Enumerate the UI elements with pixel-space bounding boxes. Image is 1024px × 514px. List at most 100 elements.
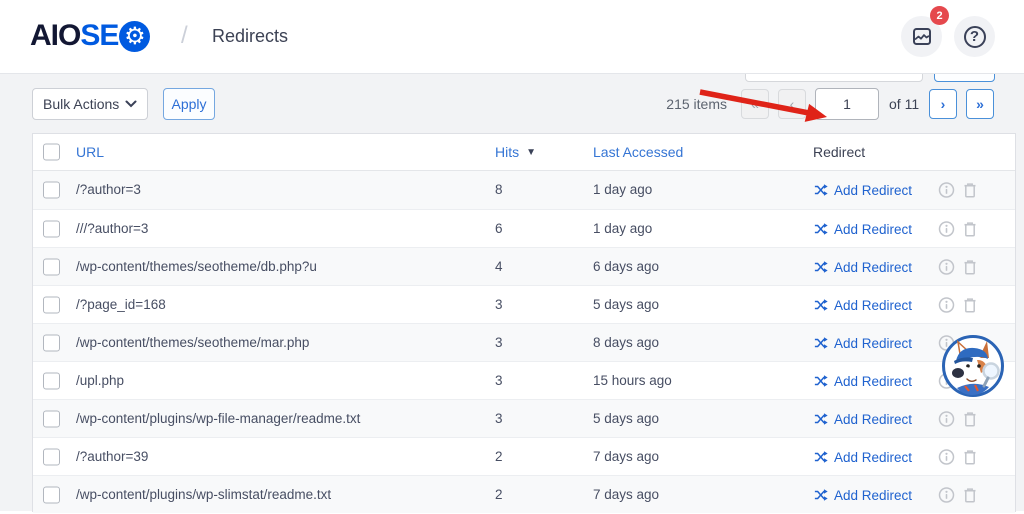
pagination-page-input[interactable]: [815, 88, 879, 120]
add-redirect-link[interactable]: Add Redirect: [814, 362, 912, 400]
add-redirect-label: Add Redirect: [834, 488, 912, 503]
trash-icon[interactable]: [962, 258, 978, 275]
logo-gear-icon: ⚙: [119, 21, 150, 52]
add-redirect-link[interactable]: Add Redirect: [814, 476, 912, 514]
row-url: /wp-content/plugins/wp-slimstat/readme.t…: [76, 476, 331, 514]
info-icon[interactable]: [938, 448, 955, 465]
row-checkbox[interactable]: [43, 334, 60, 351]
add-redirect-label: Add Redirect: [834, 183, 912, 198]
add-redirect-label: Add Redirect: [834, 298, 912, 313]
info-icon[interactable]: [938, 182, 955, 199]
row-hits: 4: [495, 248, 503, 286]
redirects-table: URL Hits ▼ Last Accessed Redirect /?auth…: [32, 133, 1016, 512]
add-redirect-link[interactable]: Add Redirect: [814, 286, 912, 324]
shuffle-icon: [814, 336, 828, 350]
row-last-accessed: 7 days ago: [593, 438, 659, 476]
add-redirect-link[interactable]: Add Redirect: [814, 210, 912, 248]
column-header-hits[interactable]: Hits: [495, 134, 519, 171]
info-icon[interactable]: [938, 220, 955, 237]
logo-text-se: SE: [80, 19, 118, 53]
add-redirect-link[interactable]: Add Redirect: [814, 248, 912, 286]
row-last-accessed: 8 days ago: [593, 324, 659, 362]
shuffle-icon: [814, 412, 828, 426]
add-redirect-label: Add Redirect: [834, 336, 912, 351]
info-icon[interactable]: [938, 296, 955, 313]
info-icon[interactable]: [938, 410, 955, 427]
pagination-next-button[interactable]: ›: [929, 89, 957, 119]
table-row: /wp-content/plugins/wp-file-manager/read…: [33, 399, 1015, 437]
shuffle-icon: [814, 374, 828, 388]
info-icon[interactable]: [938, 486, 955, 503]
row-checkbox[interactable]: [43, 448, 60, 465]
row-hits: 3: [495, 362, 503, 400]
pagination-last-button[interactable]: »: [966, 89, 994, 119]
column-header-url[interactable]: URL: [76, 134, 104, 171]
table-body: /?author=3 8 1 day ago Add Redirect: [33, 171, 1015, 513]
add-redirect-link[interactable]: Add Redirect: [814, 438, 912, 476]
shuffle-icon: [814, 488, 828, 502]
table-header-row: URL Hits ▼ Last Accessed Redirect: [33, 134, 1015, 171]
info-icon[interactable]: [938, 258, 955, 275]
add-redirect-link[interactable]: Add Redirect: [814, 171, 912, 209]
row-last-accessed: 7 days ago: [593, 476, 659, 514]
row-hits: 3: [495, 324, 503, 362]
aioseo-mascot[interactable]: [941, 334, 1005, 398]
select-all-checkbox[interactable]: [43, 144, 60, 161]
help-button[interactable]: ?: [954, 16, 995, 57]
trash-icon[interactable]: [962, 182, 978, 199]
breadcrumb-separator: /: [181, 22, 188, 50]
apply-button[interactable]: Apply: [163, 88, 215, 120]
row-last-accessed: 5 days ago: [593, 286, 659, 324]
row-url: ///?author=3: [76, 210, 148, 248]
row-url: /wp-content/themes/seotheme/mar.php: [76, 324, 309, 362]
trash-icon[interactable]: [962, 448, 978, 465]
trash-icon[interactable]: [962, 296, 978, 313]
pagination-prev-button[interactable]: ‹: [778, 89, 806, 119]
row-url: /?author=3: [76, 171, 141, 209]
shuffle-icon: [814, 260, 828, 274]
column-header-last-accessed[interactable]: Last Accessed: [593, 134, 683, 171]
add-redirect-link[interactable]: Add Redirect: [814, 400, 912, 438]
row-last-accessed: 15 hours ago: [593, 362, 672, 400]
add-redirect-label: Add Redirect: [834, 374, 912, 389]
shuffle-icon: [814, 298, 828, 312]
row-last-accessed: 1 day ago: [593, 210, 652, 248]
trash-icon[interactable]: [962, 220, 978, 237]
shuffle-icon: [814, 450, 828, 464]
row-checkbox[interactable]: [43, 182, 60, 199]
shuffle-icon: [814, 183, 828, 197]
row-hits: 2: [495, 476, 503, 514]
chevron-down-icon: [125, 100, 137, 108]
row-checkbox[interactable]: [43, 372, 60, 389]
content-area: Bulk Actions Apply 215 items « ‹ of 11 ›…: [0, 74, 1024, 511]
app-header: AIOSE⚙ / Redirects 2 ?: [0, 0, 1024, 74]
pagination-first-button[interactable]: «: [741, 89, 769, 119]
add-redirect-link[interactable]: Add Redirect: [814, 324, 912, 362]
trash-icon[interactable]: [962, 410, 978, 427]
row-last-accessed: 6 days ago: [593, 248, 659, 286]
row-hits: 2: [495, 438, 503, 476]
notification-inbox-icon: [911, 27, 933, 47]
add-redirect-label: Add Redirect: [834, 260, 912, 275]
table-row: /wp-content/themes/seotheme/db.php?u 4 6…: [33, 247, 1015, 285]
add-redirect-label: Add Redirect: [834, 412, 912, 427]
row-hits: 8: [495, 171, 503, 209]
row-checkbox[interactable]: [43, 258, 60, 275]
row-checkbox[interactable]: [43, 410, 60, 427]
row-last-accessed: 1 day ago: [593, 171, 652, 209]
row-url: /?page_id=168: [76, 286, 166, 324]
pagination-total-label: of 11: [889, 96, 919, 112]
row-checkbox[interactable]: [43, 296, 60, 313]
row-hits: 3: [495, 286, 503, 324]
table-row: ///?author=3 6 1 day ago Add Redirect: [33, 209, 1015, 247]
table-row: /wp-content/themes/seotheme/mar.php 3 8 …: [33, 323, 1015, 361]
items-count: 215 items: [610, 96, 727, 112]
trash-icon[interactable]: [962, 486, 978, 503]
table-row: /upl.php 3 15 hours ago Add Redirect: [33, 361, 1015, 399]
row-last-accessed: 5 days ago: [593, 400, 659, 438]
add-redirect-label: Add Redirect: [834, 222, 912, 237]
page-title: Redirects: [212, 26, 288, 47]
row-checkbox[interactable]: [43, 220, 60, 237]
bulk-actions-select[interactable]: Bulk Actions: [32, 88, 148, 120]
row-checkbox[interactable]: [43, 486, 60, 503]
